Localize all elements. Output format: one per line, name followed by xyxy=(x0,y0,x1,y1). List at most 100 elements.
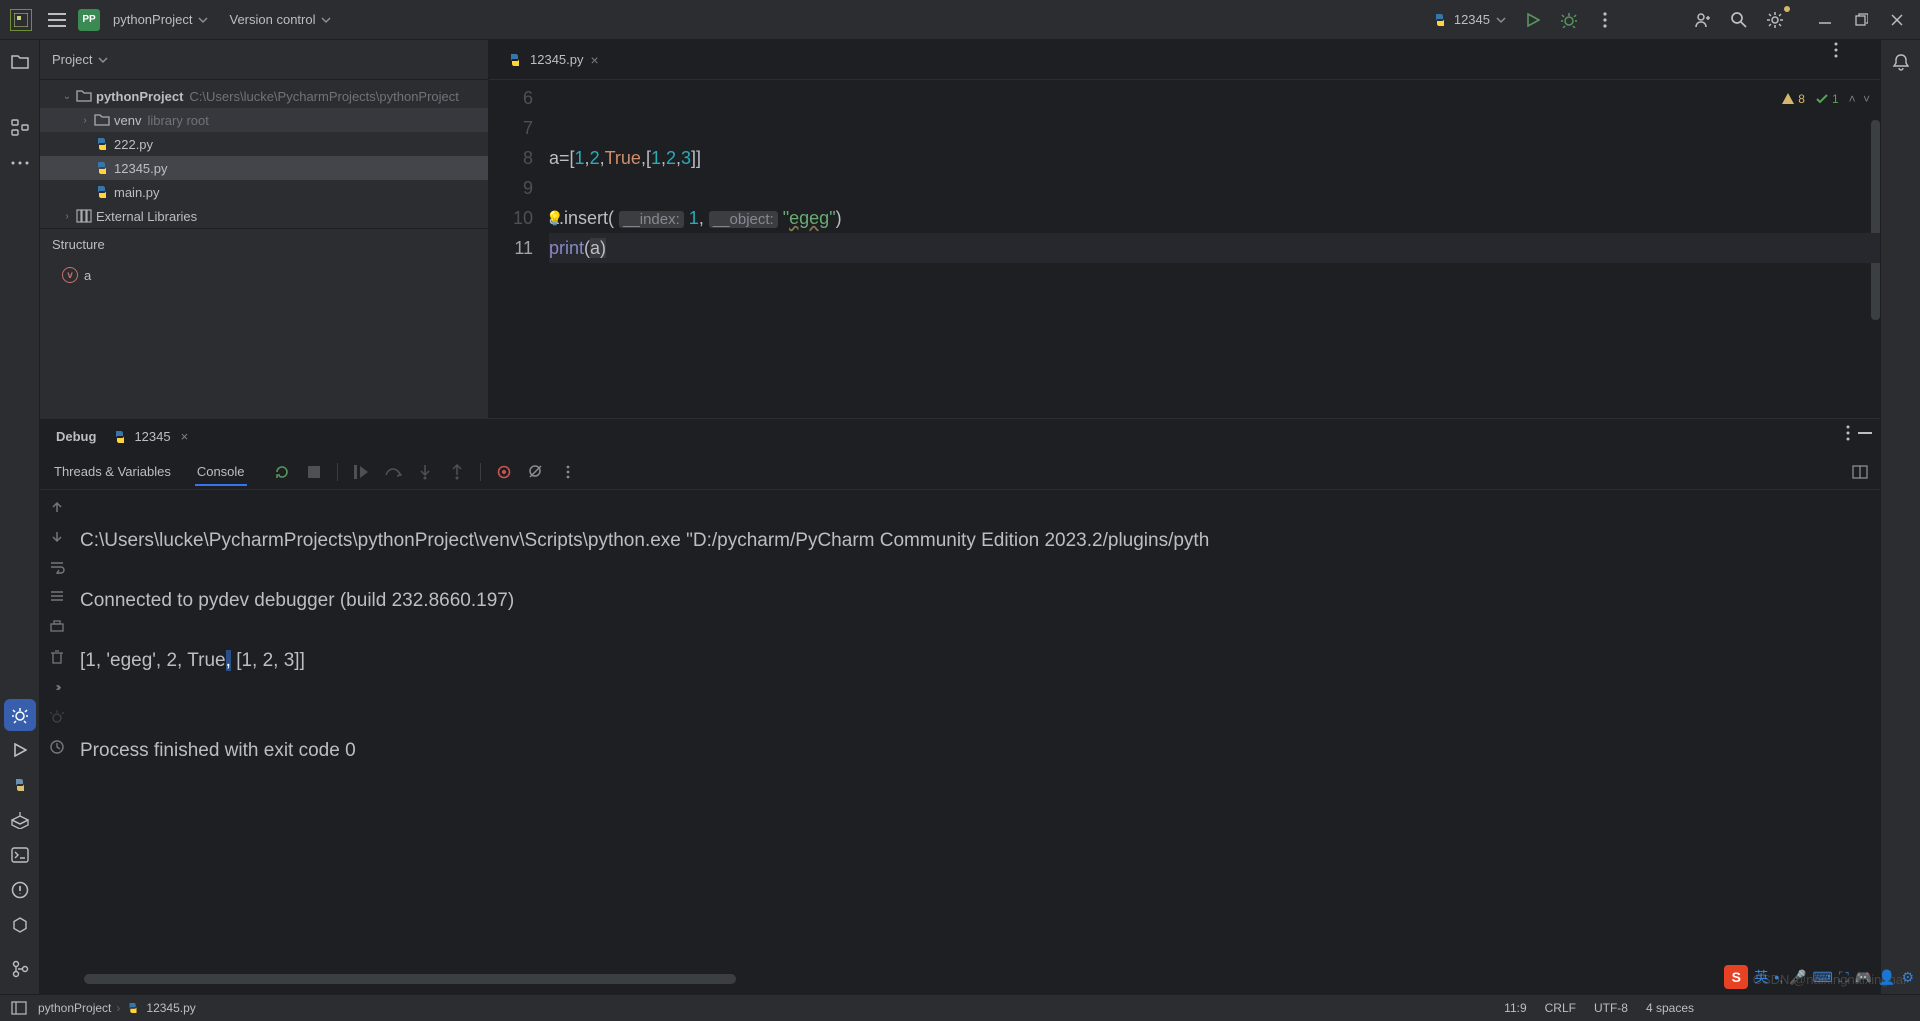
debug-more-icon[interactable] xyxy=(559,463,577,481)
tray-user-icon[interactable]: 👤 xyxy=(1878,969,1895,986)
notifications-button[interactable] xyxy=(1885,46,1917,78)
prev-problem-icon[interactable]: ˄ xyxy=(1849,84,1856,114)
file-encoding[interactable]: UTF-8 xyxy=(1594,1001,1628,1015)
debug-tool-button[interactable] xyxy=(4,699,36,731)
vcs-tool-button[interactable] xyxy=(4,953,36,985)
scroll-end-icon[interactable] xyxy=(46,586,68,608)
step-over-icon[interactable] xyxy=(384,463,402,481)
problems-tool-button[interactable] xyxy=(4,874,36,906)
crumb-project[interactable]: pythonProject xyxy=(38,1001,111,1015)
tray-keyboard-icon[interactable]: ⌨ xyxy=(1813,969,1833,986)
hide-tool-window-icon[interactable] xyxy=(1858,432,1872,435)
tray-icon[interactable]: •, xyxy=(1774,969,1783,985)
close-icon[interactable]: × xyxy=(181,429,189,444)
editor-tab-bar: 12345.py × xyxy=(489,40,1880,80)
tree-file-active[interactable]: 12345.py xyxy=(40,156,488,180)
soft-wrap-icon[interactable] xyxy=(46,556,68,578)
attach-debugger-icon[interactable] xyxy=(46,706,68,728)
tray-icon[interactable]: ⛶ xyxy=(1839,969,1849,986)
console-line: Process finished with exit code 0 xyxy=(80,736,1874,766)
code-editor[interactable]: 8 1 ˄ ˅ 6 7 8 9 10 11 a=[1,2,True,[1,2,3… xyxy=(489,80,1880,418)
expand-icon[interactable]: › xyxy=(60,211,74,222)
tree-file[interactable]: 222.py xyxy=(40,132,488,156)
debug-more-icon[interactable] xyxy=(1846,425,1850,441)
inspections-widget[interactable]: 8 1 ˄ ˅ xyxy=(1781,84,1870,114)
view-breakpoints-icon[interactable] xyxy=(495,463,513,481)
main-menu-icon[interactable] xyxy=(40,6,74,34)
intention-bulb-icon[interactable]: 💡 xyxy=(546,203,563,233)
expand-icon[interactable]: › xyxy=(78,115,92,126)
structure-header: Structure xyxy=(40,228,488,260)
tray-icon[interactable]: 英 xyxy=(1754,967,1768,987)
project-badge-icon: PP xyxy=(78,9,100,31)
mute-breakpoints-icon[interactable] xyxy=(527,463,545,481)
close-tab-icon[interactable]: × xyxy=(591,52,599,68)
maximize-button[interactable] xyxy=(1844,6,1878,34)
print-icon[interactable] xyxy=(46,616,68,638)
chevron-down-icon[interactable] xyxy=(98,55,108,65)
expand-icon[interactable]: ⌄ xyxy=(60,91,74,102)
structure-body[interactable]: v a xyxy=(40,260,488,296)
search-icon[interactable] xyxy=(1722,6,1756,34)
rerun-icon[interactable] xyxy=(273,463,291,481)
services-tool-button[interactable] xyxy=(4,909,36,941)
tree-root[interactable]: ⌄ pythonProject C:\Users\lucke\PycharmPr… xyxy=(40,84,488,108)
more-tool-button[interactable] xyxy=(4,147,36,179)
run-button[interactable] xyxy=(1516,6,1550,34)
console-tab[interactable]: Console xyxy=(195,458,247,486)
indent-config[interactable]: 4 spaces xyxy=(1646,1001,1694,1015)
code-content[interactable]: a=[1,2,True,[1,2,3]] 💡a.insert( __index:… xyxy=(549,80,1880,418)
python-console-tool-button[interactable] xyxy=(4,769,36,801)
run-tool-button[interactable] xyxy=(4,734,36,766)
console-output[interactable]: C:\Users\lucke\PycharmProjects\pythonPro… xyxy=(74,490,1880,994)
structure-var-row[interactable]: v a xyxy=(40,264,488,286)
console-h-scrollbar[interactable] xyxy=(84,974,736,984)
editor-more-icon[interactable] xyxy=(1834,42,1874,58)
debug-run-tab[interactable]: 12345 × xyxy=(104,427,196,447)
debug-run-name: 12345 xyxy=(134,429,170,444)
vcs-dropdown[interactable]: Version control xyxy=(221,7,340,32)
run-config-dropdown[interactable]: 12345 xyxy=(1424,8,1514,32)
threads-tab[interactable]: Threads & Variables xyxy=(52,458,173,485)
crumb-file[interactable]: 12345.py xyxy=(146,1001,195,1015)
python-packages-tool-button[interactable] xyxy=(4,804,36,836)
step-out-icon[interactable] xyxy=(448,463,466,481)
debug-button[interactable] xyxy=(1552,6,1586,34)
step-into-icon[interactable] xyxy=(416,463,434,481)
project-dropdown[interactable]: pythonProject xyxy=(104,7,217,32)
resume-icon[interactable] xyxy=(352,463,370,481)
line-separator[interactable]: CRLF xyxy=(1545,1001,1576,1015)
layout-icon[interactable] xyxy=(1852,465,1868,479)
tree-label: 12345.py xyxy=(114,161,168,176)
console-up-icon[interactable] xyxy=(46,496,68,518)
console-down-icon[interactable] xyxy=(46,526,68,548)
structure-tool-button[interactable] xyxy=(4,112,36,144)
editor-tab-active[interactable]: 12345.py × xyxy=(497,40,609,80)
tree-venv[interactable]: › venv library root xyxy=(40,108,488,132)
project-tool-button[interactable] xyxy=(4,46,36,78)
history-icon[interactable] xyxy=(46,736,68,758)
next-problem-icon[interactable]: ˅ xyxy=(1863,84,1870,114)
tool-windows-icon[interactable] xyxy=(8,997,30,1019)
more-actions-icon[interactable] xyxy=(1588,6,1622,34)
code-with-me-icon[interactable] xyxy=(1686,6,1720,34)
editor-gutter[interactable]: 6 7 8 9 10 11 xyxy=(489,80,549,418)
terminal-tool-button[interactable] xyxy=(4,839,36,871)
tree-file[interactable]: main.py xyxy=(40,180,488,204)
project-tree[interactable]: ⌄ pythonProject C:\Users\lucke\PycharmPr… xyxy=(40,80,488,228)
tree-external-libs[interactable]: › External Libraries xyxy=(40,204,488,228)
right-tool-strip xyxy=(1880,40,1920,994)
close-button[interactable] xyxy=(1880,6,1914,34)
settings-icon[interactable] xyxy=(1758,6,1792,34)
tray-mic-icon[interactable]: 🎤 xyxy=(1789,969,1806,986)
tray-game-icon[interactable]: 🎮 xyxy=(1855,969,1872,986)
stop-icon[interactable] xyxy=(305,463,323,481)
tray-settings-icon[interactable]: ⚙ xyxy=(1901,969,1914,986)
clear-icon[interactable] xyxy=(46,646,68,668)
minimize-button[interactable] xyxy=(1808,6,1842,34)
sogou-icon[interactable]: S xyxy=(1724,965,1748,989)
caret-position[interactable]: 11:9 xyxy=(1504,1001,1526,1015)
console-prompt-icon[interactable]: ››› xyxy=(46,676,68,698)
breadcrumb[interactable]: pythonProject › 12345.py xyxy=(38,1000,196,1016)
console-line: C:\Users\lucke\PycharmProjects\pythonPro… xyxy=(80,526,1874,556)
